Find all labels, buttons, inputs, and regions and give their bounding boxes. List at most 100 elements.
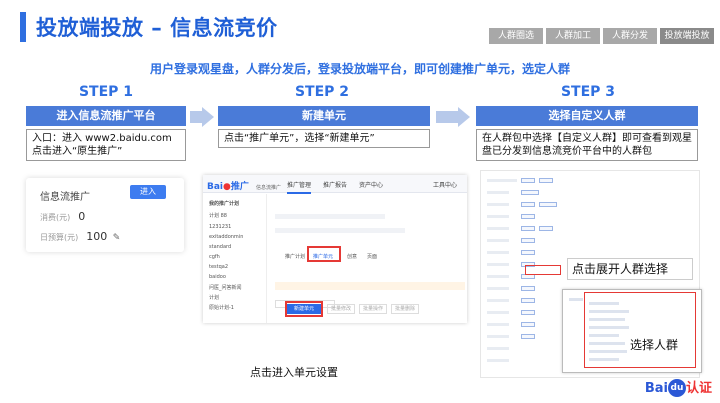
- callout-select-audience: 选择人群: [627, 335, 682, 354]
- form-line: [487, 179, 517, 182]
- option-chip[interactable]: [521, 214, 535, 219]
- step-2-desc-line: 点击“推广单元”，选择“新建单元”: [224, 133, 375, 144]
- card-name: 信息流推广: [40, 192, 90, 203]
- form-line: [487, 239, 509, 242]
- ad-platform-screenshot: Bai●推广 信息流推广 推广管理 推广报告 资产中心 工具中心 我的推广计划 …: [203, 175, 467, 323]
- option-chip[interactable]: [521, 322, 535, 327]
- arrow-right-icon: [458, 107, 470, 127]
- sidebar-item[interactable]: 计划: [209, 294, 219, 301]
- option-chip[interactable]: [521, 250, 535, 255]
- highlight-frame-custom-audience[interactable]: [525, 265, 561, 275]
- sidebar-item[interactable]: exitaddonmin: [209, 234, 243, 240]
- option-chip[interactable]: [521, 178, 535, 183]
- option-chip[interactable]: [539, 202, 557, 207]
- sidebar-item[interactable]: 原始计划-1: [209, 304, 234, 311]
- step-1-title: 进入信息流推广平台: [26, 106, 186, 126]
- status-bar: [275, 228, 405, 233]
- popup-line: [569, 298, 583, 301]
- option-chip[interactable]: [521, 190, 539, 195]
- form-line: [487, 287, 509, 290]
- nav-promo-manage[interactable]: 推广管理: [287, 180, 312, 194]
- option-chip[interactable]: [539, 178, 553, 183]
- form-line: [487, 227, 509, 230]
- form-line: [487, 335, 509, 338]
- form-line: [487, 275, 509, 278]
- spend-label: 消费(元): [40, 213, 71, 222]
- nav-promo-report[interactable]: 推广报告: [323, 180, 347, 189]
- logo-text: 推广: [230, 182, 249, 192]
- step-3-desc-line: 盘已分发到信息流竞价平台中的人群包: [482, 146, 652, 157]
- budget-value: 100: [86, 230, 108, 243]
- arrow-right-icon: [202, 107, 214, 127]
- edit-icon[interactable]: ✎: [113, 233, 121, 243]
- budget-label: 日预算(元): [40, 233, 79, 242]
- form-line: [487, 215, 509, 218]
- sidebar-item[interactable]: 1231231: [209, 224, 231, 230]
- step-2-desc: 点击“推广单元”，选择“新建单元”: [218, 129, 430, 148]
- option-chip[interactable]: [521, 334, 535, 339]
- sidebar-item[interactable]: 问医_问答新闻: [209, 284, 242, 291]
- step-1-desc-line: 入口：进入 www2.baidu.com: [32, 133, 172, 144]
- page-title: 投放端投放 – 信息流竞价: [36, 16, 278, 40]
- step-3-desc: 在人群包中选择【自定义人群】即可查看到观星 盘已分发到信息流竞价平台中的人群包: [476, 129, 698, 161]
- form-line: [487, 299, 509, 302]
- step-3-title: 选择自定义人群: [476, 106, 698, 126]
- baidu-certified-logo: Bai du 认证: [645, 377, 712, 397]
- sidebar-item[interactable]: baidoo: [209, 274, 226, 280]
- option-chip[interactable]: [521, 286, 535, 291]
- form-line: [487, 323, 509, 326]
- tab-creative[interactable]: 创意: [347, 253, 357, 260]
- feed-promotion-card: 信息流推广 进入 消费(元) 0 日预算(元) 100 ✎: [26, 178, 184, 252]
- tab-audience-process[interactable]: 人群加工: [546, 28, 600, 44]
- form-line: [487, 263, 509, 266]
- step-1-desc-line: 点击进入“原生推广”: [32, 146, 123, 157]
- nav-asset-center[interactable]: 资产中心: [359, 180, 383, 189]
- highlight-frame-unit-tab: [307, 246, 341, 262]
- tab-delivery[interactable]: 投放端投放: [660, 28, 714, 44]
- batch-delete-button[interactable]: 批量删除: [391, 304, 419, 314]
- tab-page[interactable]: 页面: [367, 253, 377, 260]
- step-2-label: STEP 2: [294, 84, 350, 100]
- step-3-desc-line: 在人群包中选择【自定义人群】即可查看到观星: [482, 133, 692, 144]
- option-chip[interactable]: [521, 310, 535, 315]
- tab-audience-select[interactable]: 人群圈选: [489, 28, 543, 44]
- sidebar-item[interactable]: testqa2: [209, 264, 228, 270]
- batch-op-button[interactable]: 批量操作: [359, 304, 387, 314]
- option-chip[interactable]: [521, 238, 535, 243]
- brand-paw-icon: du: [667, 379, 686, 397]
- platform-sidebar: 我的推广计划 计划 88 1231231 exitaddonmin standa…: [203, 194, 267, 323]
- card-row-spend: 消费(元) 0: [40, 210, 85, 223]
- logo-paw-icon: ●: [223, 182, 231, 192]
- spend-value: 0: [78, 210, 86, 223]
- platform-topbar: Bai●推广 信息流推广 推广管理 推广报告 资产中心 工具中心: [203, 175, 467, 194]
- option-chip[interactable]: [521, 298, 535, 303]
- tab-promo-plan[interactable]: 推广计划: [285, 253, 305, 260]
- sidebar-item[interactable]: standard: [209, 244, 231, 250]
- nav-tool-center[interactable]: 工具中心: [433, 180, 457, 189]
- sidebar-heading: 我的推广计划: [209, 201, 240, 207]
- brand-text: 认证: [685, 380, 712, 396]
- account-info-bar: [275, 214, 385, 219]
- callout-expand-audience: 点击展开人群选择: [567, 258, 693, 280]
- step-2-title: 新建单元: [218, 106, 430, 126]
- option-chip[interactable]: [539, 226, 553, 231]
- form-line: [487, 311, 509, 314]
- option-chip[interactable]: [521, 226, 535, 231]
- sidebar-item[interactable]: 计划 88: [209, 212, 227, 219]
- baidu-logo: Bai●推广 信息流推广: [207, 179, 281, 192]
- tab-audience-distribute[interactable]: 人群分发: [603, 28, 657, 44]
- arrow-1-body: [190, 111, 202, 123]
- logo-text: Bai: [207, 182, 224, 192]
- batch-edit-button[interactable]: 批量修改: [327, 304, 355, 314]
- section-tabs: 人群圈选 人群加工 人群分发 投放端投放: [489, 28, 714, 44]
- title-accent-bar: [20, 12, 26, 42]
- step-1-label: STEP 1: [78, 84, 134, 100]
- form-line: [487, 359, 509, 362]
- highlight-frame-new-unit: [285, 301, 323, 317]
- sidebar-item[interactable]: cgfh: [209, 254, 220, 260]
- logo-product: 信息流推广: [256, 185, 282, 191]
- highlight-frame-audience-list: [584, 292, 696, 368]
- enter-button[interactable]: 进入: [130, 185, 166, 199]
- option-chip[interactable]: [521, 202, 535, 207]
- card-row-budget: 日预算(元) 100 ✎: [40, 230, 120, 243]
